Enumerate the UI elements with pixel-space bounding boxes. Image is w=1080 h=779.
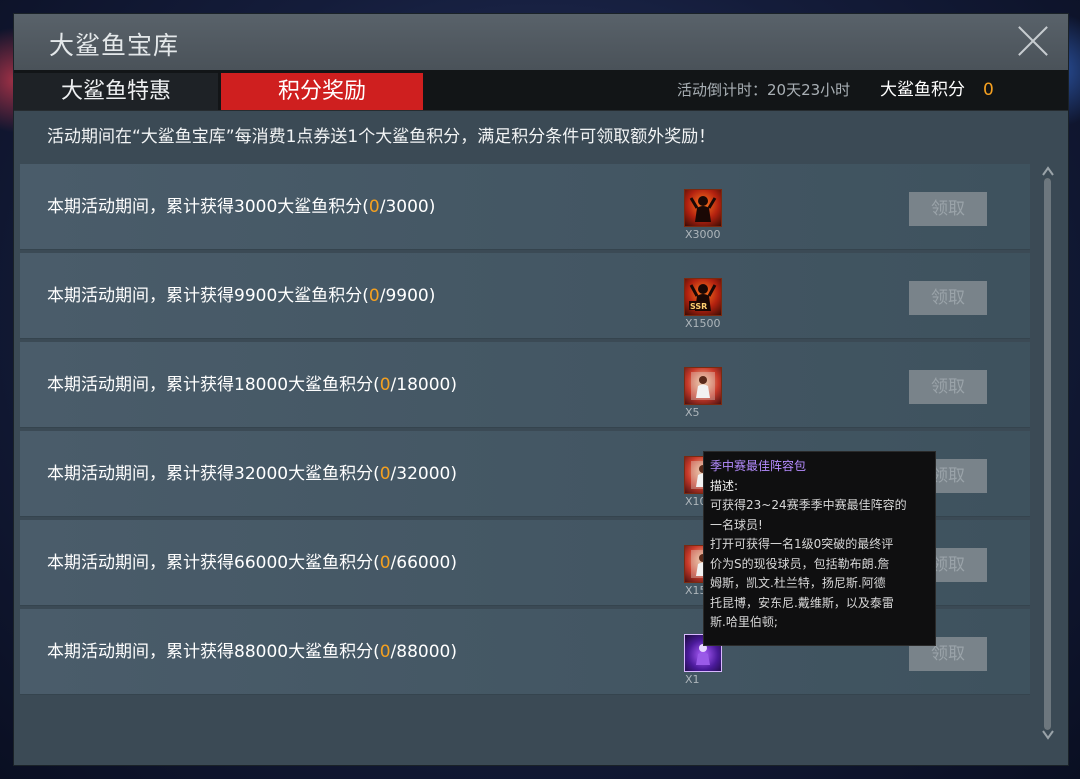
- claim-button[interactable]: 领取: [909, 281, 987, 315]
- claim-button[interactable]: 领取: [909, 192, 987, 226]
- reward-row: 本期活动期间，累计获得3000大鲨鱼积分(0/3000) X3000 领取: [20, 164, 1030, 250]
- condition-text: 本期活动期间，累计获得32000大鲨鱼积分(: [47, 464, 380, 484]
- tooltip-desc-line: 斯.哈里伯顿;: [710, 615, 778, 629]
- dialog-title: 大鲨鱼宝库: [49, 31, 180, 60]
- reward-condition: 本期活动期间，累计获得32000大鲨鱼积分(0/32000): [47, 431, 457, 517]
- item-tooltip: 季中赛最佳阵容包 描述: 可获得23~24赛季季中赛最佳阵容的 一名球员! 打开…: [703, 451, 936, 646]
- progress-current: 0: [379, 464, 391, 484]
- progress-target: /88000): [390, 642, 457, 662]
- tooltip-desc-line: 一名球员!: [710, 517, 763, 532]
- shark-points-value: 0: [983, 80, 994, 100]
- fire-player-icon[interactable]: [684, 189, 722, 227]
- reward-condition: 本期活动期间，累计获得18000大鲨鱼积分(0/18000): [47, 342, 457, 428]
- condition-text: 本期活动期间，累计获得18000大鲨鱼积分(: [47, 375, 380, 395]
- progress-target: /9900): [379, 286, 436, 306]
- tab-points-rewards[interactable]: 积分奖励: [221, 73, 423, 110]
- progress-current: 0: [379, 642, 391, 662]
- reward-row: 本期活动期间，累计获得9900大鲨鱼积分(0/9900) SSR X1500 领…: [20, 253, 1030, 339]
- progress-current: 0: [379, 553, 391, 573]
- progress-current: 0: [379, 375, 391, 395]
- reward-quantity: X1: [685, 673, 700, 686]
- progress-target: /18000): [390, 375, 457, 395]
- reward-quantity: X5: [685, 406, 700, 419]
- close-icon[interactable]: [1016, 24, 1050, 58]
- reward-quantity: X1500: [685, 317, 721, 330]
- tab-shark-deals[interactable]: 大鲨鱼特惠: [14, 73, 218, 110]
- condition-text: 本期活动期间，累计获得88000大鲨鱼积分(: [47, 642, 380, 662]
- condition-text: 本期活动期间，累计获得9900大鲨鱼积分(: [47, 286, 369, 306]
- reward-condition: 本期活动期间，累计获得66000大鲨鱼积分(0/66000): [47, 520, 457, 606]
- progress-current: 0: [368, 286, 380, 306]
- condition-text: 本期活动期间，累计获得66000大鲨鱼积分(: [47, 553, 380, 573]
- claim-button[interactable]: 领取: [909, 370, 987, 404]
- event-countdown: 活动倒计时：20天23小时: [677, 81, 851, 99]
- tooltip-desc-line: 可获得23~24赛季季中赛最佳阵容的: [710, 498, 907, 512]
- scroll-thumb[interactable]: [1044, 178, 1051, 730]
- reward-quantity: X3000: [685, 228, 721, 241]
- list-scrollbar[interactable]: [1039, 164, 1057, 742]
- svg-text:SSR: SSR: [690, 302, 707, 311]
- treasury-dialog: 大鲨鱼宝库 大鲨鱼特惠 积分奖励 活动倒计时：20天23小时 大鲨鱼积分 0 活…: [13, 13, 1069, 766]
- tooltip-desc-line: 托昆博，安东尼.戴维斯，以及泰雷: [710, 595, 894, 610]
- ssr-fire-player-icon[interactable]: SSR: [684, 278, 722, 316]
- progress-target: /66000): [390, 553, 457, 573]
- shark-points-label: 大鲨鱼积分: [880, 80, 965, 100]
- progress-target: /32000): [390, 464, 457, 484]
- dialog-titlebar: 大鲨鱼宝库: [14, 14, 1068, 70]
- reward-condition: 本期活动期间，累计获得9900大鲨鱼积分(0/9900): [47, 253, 435, 339]
- progress-target: /3000): [379, 197, 436, 217]
- reward-row: 本期活动期间，累计获得18000大鲨鱼积分(0/18000) X5 领取: [20, 342, 1030, 428]
- tooltip-desc-line: 姆斯，凯文.杜兰特，扬尼斯.阿德: [710, 576, 886, 590]
- tooltip-desc-line: 打开可获得一名1级0突破的最终评: [710, 537, 894, 551]
- reward-condition: 本期活动期间，累计获得3000大鲨鱼积分(0/3000): [47, 164, 435, 250]
- tooltip-desc-line: 价为S的现役球员，包括勒布朗.詹: [710, 556, 890, 571]
- scroll-down-arrow-icon[interactable]: [1042, 730, 1054, 740]
- tooltip-desc-label: 描述:: [710, 478, 739, 493]
- progress-current: 0: [368, 197, 380, 217]
- scroll-up-arrow-icon[interactable]: [1042, 166, 1054, 176]
- reward-condition: 本期活动期间，累计获得88000大鲨鱼积分(0/88000): [47, 609, 457, 695]
- tab-bar: 大鲨鱼特惠 积分奖励 活动倒计时：20天23小时 大鲨鱼积分 0: [14, 70, 1068, 110]
- tooltip-title: 季中赛最佳阵容包: [710, 459, 807, 473]
- tab-divider: [14, 110, 1068, 111]
- event-notice: 活动期间在“大鲨鱼宝库”每消费1点券送1个大鲨鱼积分，满足积分条件可领取额外奖励…: [47, 127, 716, 147]
- player-card-pack-icon[interactable]: [684, 367, 722, 405]
- condition-text: 本期活动期间，累计获得3000大鲨鱼积分(: [47, 197, 369, 217]
